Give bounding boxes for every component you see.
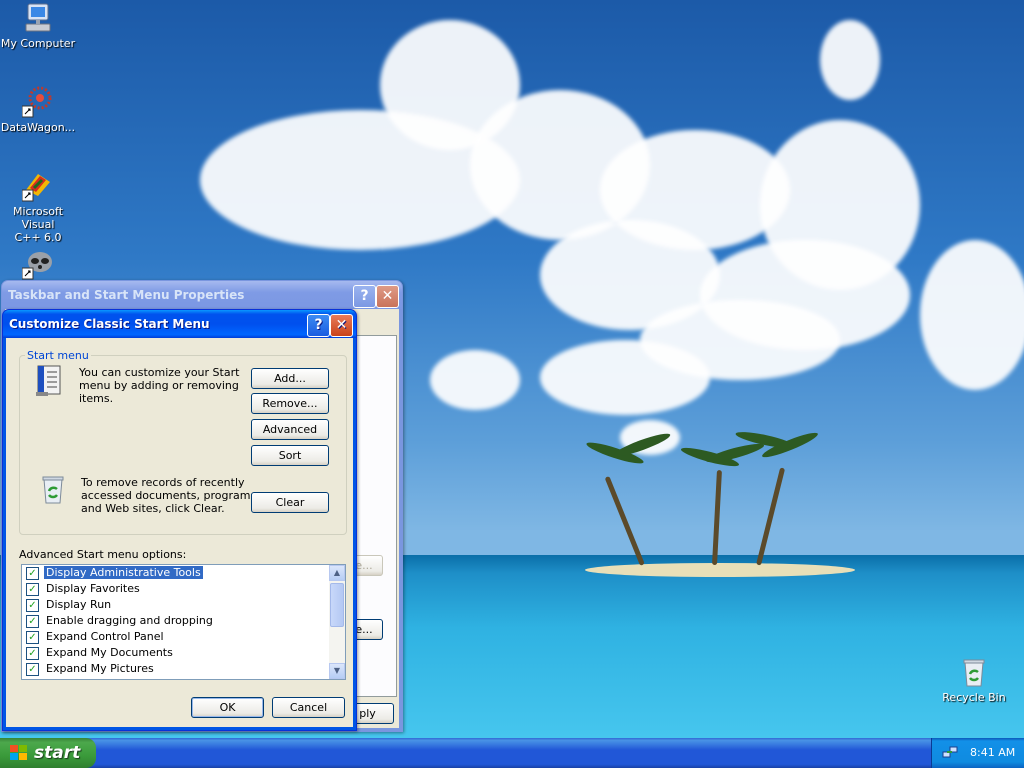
desktop-icon-label: My Computer [0,37,76,50]
customize-text: items. [79,392,114,405]
list-item-label: Expand Control Panel [46,630,164,643]
close-icon: ✕ [335,317,348,333]
help-button[interactable]: ? [307,314,330,337]
button-label: e... [355,623,373,636]
cloud [920,240,1024,390]
window-title: Taskbar and Start Menu Properties [8,288,245,302]
customize-dialog-titlebar[interactable]: Customize Classic Start Menu ? ✕ [3,310,356,338]
checkbox[interactable]: ✓ [26,615,39,628]
sort-button[interactable]: Sort [251,445,329,466]
desktop-icon-my-computer[interactable]: My Computer [0,2,76,50]
visual-studio-icon [21,170,54,202]
checkbox[interactable]: ✓ [26,647,39,660]
scroll-up-button[interactable]: ▲ [329,565,345,581]
island [585,563,855,577]
chevron-up-icon: ▲ [333,568,341,577]
customize-text: menu by adding or removing [79,379,239,392]
datawagon-icon [21,86,54,118]
chevron-down-icon: ▼ [333,666,341,675]
list-item-label: Display Favorites [46,582,140,595]
start-label: start [34,743,81,763]
desktop-icon-datawagon[interactable]: DataWagon... [0,86,76,134]
cloud [430,350,520,410]
remove-button[interactable]: Remove... [251,393,329,414]
start-menu-list-icon [34,364,68,398]
checkbox[interactable]: ✓ [26,599,39,612]
list-item[interactable]: ✓ Expand My Documents [22,645,345,661]
list-item[interactable]: ✓ Expand My Pictures [22,661,345,677]
desktop-icon-visual-cpp[interactable]: Microsoft Visual C++ 6.0 [0,170,76,244]
help-button[interactable]: ? [353,285,376,308]
help-icon: ? [360,288,369,304]
palm-trunk [604,475,645,566]
start-button[interactable]: start [0,738,96,768]
dialog-title: Customize Classic Start Menu [9,317,210,331]
checkbox[interactable]: ✓ [26,663,39,676]
taskbar-properties-titlebar[interactable]: Taskbar and Start Menu Properties ? ✕ [2,281,402,309]
list-item[interactable]: ✓ Enable dragging and dropping [22,613,345,629]
cloud [820,20,880,100]
cancel-button[interactable]: Cancel [272,697,345,718]
close-button[interactable]: ✕ [376,285,399,308]
recycle-bin-icon [958,656,990,688]
recycle-icon [37,473,69,505]
computer-icon [22,2,54,34]
customize-description: You can customize your Start menu by add… [79,366,239,405]
customize-classic-start-menu-dialog: Customize Classic Start Menu ? ✕ Start m… [2,309,357,731]
network-icon[interactable] [942,745,958,761]
clear-text: accessed documents, programs, [81,489,260,502]
scroll-thumb[interactable] [330,583,344,627]
desktop-icon-label: C++ 6.0 [14,231,62,244]
clear-text: and Web sites, click Clear. [81,502,225,515]
customize-text: You can customize your Start [79,366,240,379]
vertical-scrollbar[interactable]: ▲ ▼ [329,565,345,679]
scroll-down-button[interactable]: ▼ [329,663,345,679]
checkbox[interactable]: ✓ [26,631,39,644]
options-container: ✓ Display Administrative Tools ✓ Display Fa… [22,565,345,677]
clear-description: To remove records of recently accessed d… [81,476,260,515]
close-button[interactable]: ✕ [330,314,353,337]
list-item-label: Display Administrative Tools [44,566,203,579]
list-item[interactable]: ✓ Display Favorites [22,581,345,597]
advanced-button[interactable]: Advanced [251,419,329,440]
customize-dialog-body: Start menu You can customize your Start … [6,338,353,727]
advanced-options-list: ✓ Display Administrative Tools ✓ Display Fa… [21,564,346,680]
clock[interactable]: 8:41 AM [970,738,1015,768]
desktop-icon-label: Recycle Bin [942,691,1006,704]
ok-button[interactable]: OK [191,697,264,718]
cloud [640,300,840,380]
desktop-icon-raccoon[interactable] [0,248,76,283]
list-item[interactable]: ✓ Display Run [22,597,345,613]
add-button[interactable]: Add... [251,368,329,389]
start-menu-group-label: Start menu [25,349,91,362]
checkbox[interactable]: ✓ [26,583,39,596]
taskbar: start 8:41 AM [0,738,1024,768]
list-item-label: Expand My Pictures [46,662,154,675]
checkbox[interactable]: ✓ [26,567,39,580]
clear-text: To remove records of recently [81,476,245,489]
advanced-options-label: Advanced Start menu options: [19,548,187,561]
desktop-icon-label: Microsoft Visual [12,205,64,231]
close-icon: ✕ [381,288,394,304]
clear-button[interactable]: Clear [251,492,329,513]
button-label: e... [355,559,373,572]
desktop-icon-recycle-bin[interactable]: Recycle Bin [936,656,1012,704]
system-tray: 8:41 AM [931,738,1024,768]
help-icon: ? [314,317,323,333]
raccoon-icon [21,248,54,280]
desktop-icon-label: DataWagon... [0,121,76,134]
list-item-label: Enable dragging and dropping [46,614,213,627]
palm-trunk [712,469,722,566]
list-item-label: Expand My Documents [46,646,173,659]
palm-trunk [756,467,786,566]
list-item-label: Display Run [46,598,112,611]
list-item[interactable]: ✓ Display Administrative Tools [22,565,345,581]
button-label: ply [359,707,376,720]
list-item[interactable]: ✓ Expand Control Panel [22,629,345,645]
windows-logo-icon [10,745,28,761]
